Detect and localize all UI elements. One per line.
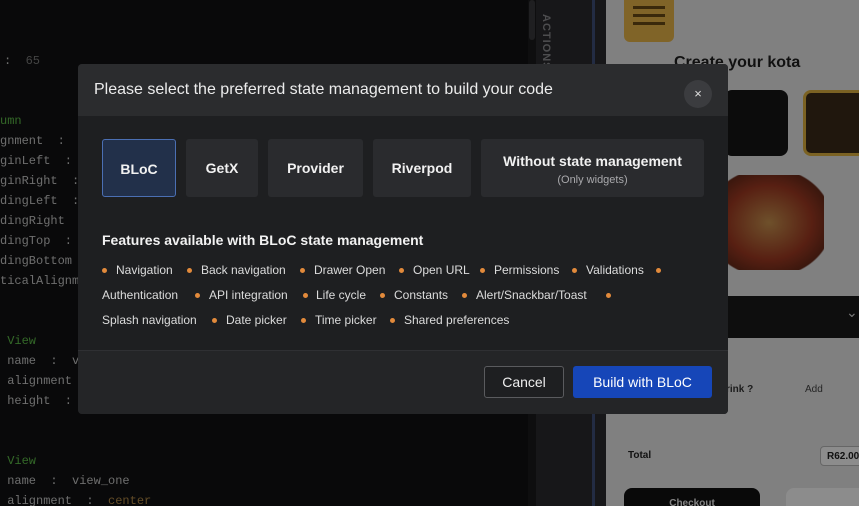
feature-item: Date picker (226, 313, 287, 327)
feature-item: Time picker (315, 313, 377, 327)
feature-item: Splash navigation (102, 313, 197, 327)
feature-item: Permissions (494, 263, 560, 277)
bullet-icon (606, 293, 611, 298)
build-with-bloc-button[interactable]: Build with BLoC (573, 366, 712, 398)
bullet-icon (102, 268, 107, 273)
bullet-icon (399, 268, 404, 273)
features-title: Features available with BLoC state manag… (102, 232, 424, 248)
state-management-dialog: Please select the preferred state manage… (78, 64, 728, 414)
feature-item: Back navigation (201, 263, 286, 277)
feature-item: API integration (209, 288, 288, 302)
bullet-icon (195, 293, 200, 298)
bullet-icon (212, 318, 217, 323)
feature-item: Validations (586, 263, 644, 277)
option-label: Provider (287, 160, 344, 176)
dialog-title: Please select the preferred state manage… (94, 81, 553, 98)
feature-item: Life cycle (316, 288, 367, 302)
bullet-icon (390, 318, 395, 323)
option-label: BLoC (120, 161, 158, 177)
option-label: Without state management (503, 153, 682, 169)
option-label: Riverpod (391, 160, 453, 176)
bullet-icon (480, 268, 485, 273)
feature-item: Shared preferences (404, 313, 510, 327)
option-getx[interactable]: GetX (186, 139, 258, 197)
option-without-state-management[interactable]: Without state management (Only widgets) (481, 139, 704, 197)
cancel-button[interactable]: Cancel (484, 366, 564, 398)
option-riverpod[interactable]: Riverpod (373, 139, 471, 197)
bullet-icon (462, 293, 467, 298)
bullet-icon (300, 268, 305, 273)
bullet-icon (187, 268, 192, 273)
bullet-icon (301, 318, 306, 323)
feature-item: Drawer Open (314, 263, 386, 277)
dialog-header: Please select the preferred state manage… (78, 64, 728, 116)
close-icon[interactable]: × (684, 80, 712, 108)
feature-item: Constants (394, 288, 449, 302)
feature-item: Navigation (116, 263, 173, 277)
bullet-icon (572, 268, 577, 273)
bullet-icon (303, 293, 308, 298)
feature-item: Authentication (102, 288, 179, 302)
option-provider[interactable]: Provider (268, 139, 363, 197)
bullet-icon (656, 268, 661, 273)
option-bloc[interactable]: BLoC (102, 139, 176, 197)
option-label: GetX (205, 160, 239, 176)
feature-item: Open URL (413, 263, 470, 277)
feature-item: Alert/Snackbar/Toast (476, 288, 587, 302)
bullet-icon (380, 293, 385, 298)
option-sublabel: (Only widgets) (557, 174, 628, 186)
